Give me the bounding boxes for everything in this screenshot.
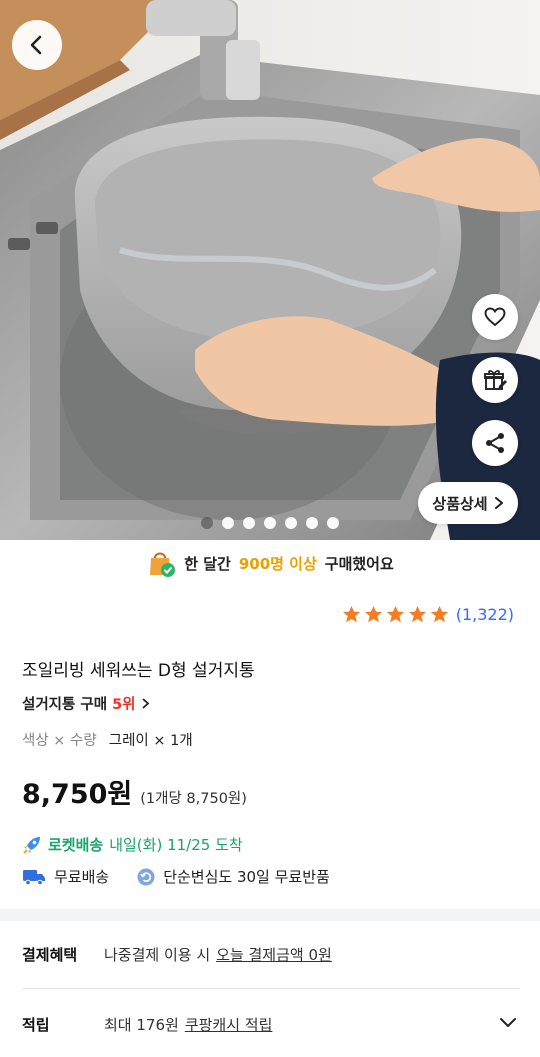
star-rating (342, 605, 449, 624)
unit-price: (1개당 8,750원) (140, 791, 247, 807)
product-image-carousel[interactable]: 상품상세 (0, 0, 540, 540)
option-summary: 색상 × 수량 그레이 × 1개 (22, 729, 193, 750)
banner-pre: 한 달간 (184, 554, 231, 573)
share-icon (486, 433, 504, 453)
sale-price: 8,750원 (22, 779, 133, 810)
option-label: 색상 × 수량 (22, 733, 97, 749)
option-value: 그레이 × 1개 (108, 733, 193, 749)
rank-label: 설거지통 구매 (22, 697, 108, 713)
carousel-dot[interactable] (264, 517, 276, 529)
chevron-left-icon (30, 35, 42, 55)
rocket-label: 로켓배송 (48, 836, 104, 854)
star-icon (386, 605, 404, 623)
gift-icon (484, 370, 507, 390)
delivery-eta: 내일(화) 11/25 도착 (109, 836, 243, 854)
rank-value: 5위 (112, 697, 136, 713)
return-policy-label: 단순변심도 30일 무료반품 (163, 868, 330, 886)
payment-benefit-pre: 나중결제 이용 시 (104, 946, 211, 964)
section-divider (0, 909, 540, 921)
carousel-indicator (0, 517, 540, 529)
back-button[interactable] (12, 20, 62, 70)
payment-benefit-link[interactable]: 오늘 결제금액 0원 (216, 944, 332, 965)
carousel-dot[interactable] (306, 517, 318, 529)
chevron-down-icon[interactable] (498, 1015, 518, 1029)
shipping-info: 무료배송 단순변심도 30일 무료반품 (22, 866, 330, 887)
carousel-dot[interactable] (243, 517, 255, 529)
star-icon (364, 605, 382, 623)
carousel-dot[interactable] (222, 517, 234, 529)
free-shipping-label: 무료배송 (54, 868, 110, 886)
rocket-icon (23, 836, 40, 854)
points-key: 적립 (22, 1016, 50, 1034)
star-icon (430, 605, 448, 623)
product-title: 조일리빙 세워쓰는 D형 설거지통 (22, 661, 255, 681)
points-pre: 최대 176원 (104, 1016, 179, 1034)
category-rank-link[interactable]: 설거지통 구매 5위 (22, 693, 150, 714)
price-row: 8,750원 (1개당 8,750원) (22, 772, 247, 811)
carousel-dot[interactable] (327, 517, 339, 529)
purchase-count-banner: 한 달간 900명 이상 구매했어요 (0, 546, 540, 580)
share-button[interactable] (472, 420, 518, 466)
chevron-right-icon (141, 698, 149, 709)
carousel-dot[interactable] (201, 517, 213, 529)
points-link[interactable]: 쿠팡캐시 적립 (185, 1014, 273, 1035)
banner-post: 구매했어요 (324, 554, 394, 573)
row-divider (22, 988, 520, 989)
points-row[interactable]: 적립 최대 176원 쿠팡캐시 적립 (22, 1014, 520, 1035)
product-detail-label: 상품상세 (432, 494, 488, 513)
star-icon (342, 605, 360, 623)
shopping-bag-icon (150, 552, 176, 577)
truck-icon (23, 869, 45, 885)
carousel-dot[interactable] (285, 517, 297, 529)
rating[interactable]: (1,322) (342, 605, 514, 624)
gift-button[interactable] (472, 357, 518, 403)
star-icon (408, 605, 426, 623)
rocket-delivery: 로켓배송 내일(화) 11/25 도착 (22, 834, 243, 855)
product-photo (0, 0, 540, 540)
wishlist-button[interactable] (472, 294, 518, 340)
payment-benefit-row[interactable]: 결제혜택 나중결제 이용 시 오늘 결제금액 0원 (22, 944, 520, 965)
heart-icon (484, 307, 506, 327)
chevron-right-icon (494, 497, 503, 509)
review-count[interactable]: (1,322) (456, 605, 514, 624)
return-icon (137, 868, 155, 885)
payment-benefit-key: 결제혜택 (22, 946, 78, 964)
banner-count: 900명 이상 (238, 554, 317, 573)
